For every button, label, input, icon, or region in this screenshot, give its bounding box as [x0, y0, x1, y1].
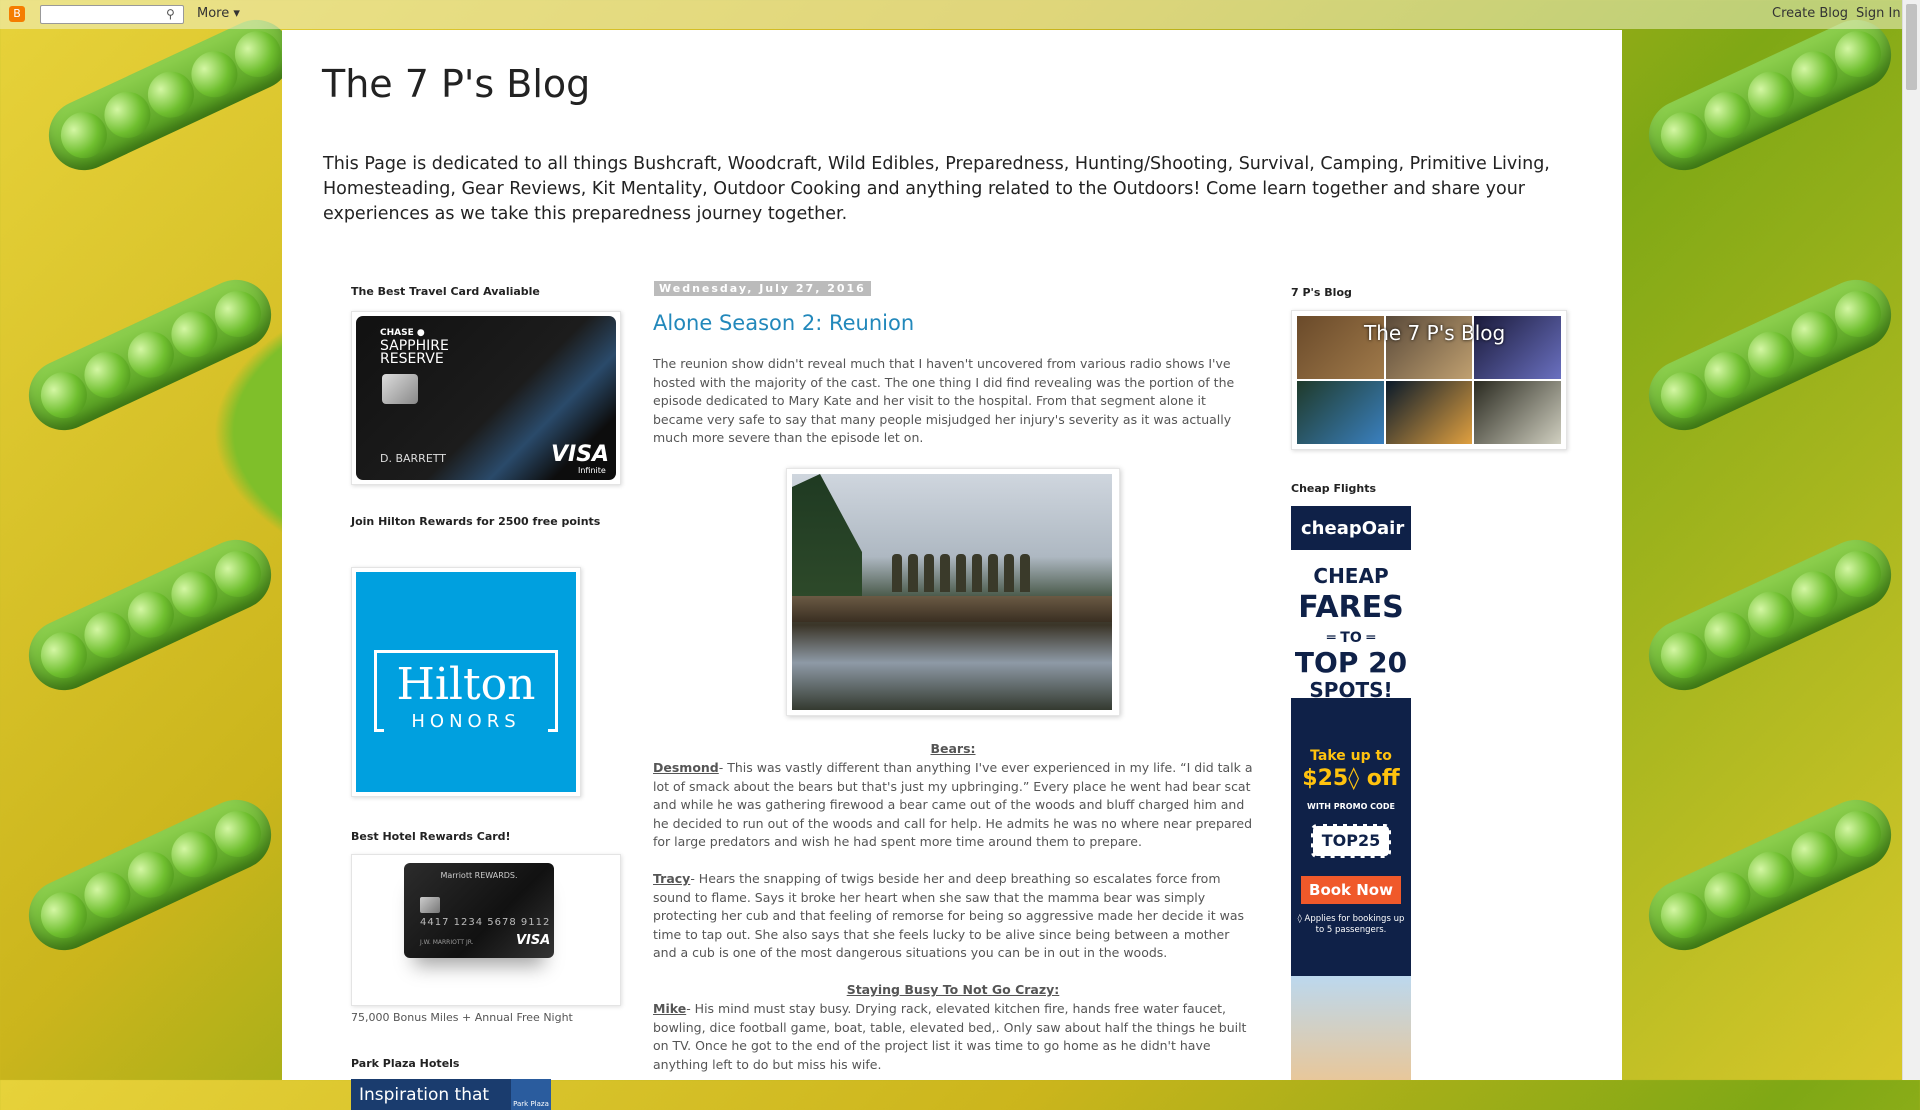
photo-tile — [1297, 381, 1384, 444]
tracy-paragraph: Tracy- Hears the snapping of twigs besid… — [653, 870, 1253, 963]
card-holder: J.W. MARRIOTT JR. — [420, 939, 474, 946]
ad-to: ═ TO ═ — [1326, 630, 1376, 646]
ad-fares: FARES — [1298, 590, 1404, 625]
chase-brand: CHASE ● — [380, 328, 425, 338]
driftwood-log — [792, 596, 1112, 622]
card-chip-icon — [420, 897, 440, 913]
search-icon[interactable]: ⚲ — [166, 7, 175, 21]
cheapoair-logo: cheapOair — [1301, 518, 1405, 539]
blogger-logo-icon[interactable]: B — [9, 6, 25, 22]
scrollbar[interactable] — [1902, 0, 1920, 1080]
scrollbar-thumb[interactable] — [1906, 4, 1917, 90]
person-figure — [924, 554, 934, 592]
ad-take: Take up to — [1310, 748, 1392, 764]
ad-cheap: CHEAP — [1313, 564, 1389, 588]
mike-paragraph: Mike- His mind must stay busy. Drying ra… — [653, 1000, 1253, 1074]
photo-tile — [1474, 381, 1561, 444]
cheap-flights-title: Cheap Flights — [1291, 482, 1377, 495]
search-input[interactable] — [40, 5, 184, 24]
blog-description: This Page is dedicated to all things Bus… — [323, 154, 1550, 224]
cheapoair-ad[interactable]: cheapOair CHEAP FARES ═ TO ═ TOP 20 SPOT… — [1291, 506, 1411, 1080]
book-now-button[interactable]: Book Now — [1301, 876, 1401, 904]
person-figure — [1004, 554, 1014, 592]
park-plaza-title: Park Plaza Hotels — [351, 1057, 460, 1070]
ad-photo — [1291, 976, 1411, 1080]
visa-logo: VISA — [551, 442, 610, 467]
person-figure — [972, 554, 982, 592]
card-holder: D. BARRETT — [380, 452, 447, 465]
tracy-name: Tracy — [653, 871, 691, 886]
hotel-card-title: Best Hotel Rewards Card! — [351, 830, 511, 843]
cast-photo[interactable] — [786, 468, 1120, 716]
sapphire-line2: RESERVE — [380, 351, 444, 367]
card-number: 4417 1234 5678 9112 — [420, 917, 551, 928]
ad-note: ◊ Applies for bookings up to 5 passenger… — [1297, 914, 1405, 935]
hilton-word: Hilton — [396, 659, 536, 710]
desmond-text: - This was vastly different than anythin… — [653, 760, 1253, 849]
section-heading-busy: Staying Busy To Not Go Crazy: — [846, 982, 1060, 997]
ad-top20: TOP 20 — [1294, 646, 1408, 679]
park-plaza-ad[interactable]: Inspiration that Park Plaza — [351, 1079, 551, 1110]
sapphire-name: SAPPHIRE RESERVE — [380, 339, 449, 367]
marriott-rewards-ad[interactable]: Marriott REWARDS. 4417 1234 5678 9112 J.… — [351, 854, 621, 1006]
mike-text: - His mind must stay busy. Drying rack, … — [653, 1001, 1247, 1072]
travel-card-title: The Best Travel Card Avaliable — [351, 285, 540, 298]
desmond-paragraph: Desmond- This was vastly different than … — [653, 759, 1253, 852]
visa-logo: VISA — [516, 933, 551, 948]
person-figure — [940, 554, 950, 592]
photo-tile — [1385, 381, 1473, 444]
post-title[interactable]: Alone Season 2: Reunion — [653, 311, 914, 335]
hotel-card-caption: 75,000 Bonus Miles + Annual Free Night — [351, 1011, 573, 1024]
park-plaza-text: Inspiration that — [359, 1085, 490, 1105]
blog-title[interactable]: The 7 P's Blog — [322, 62, 590, 106]
chase-sapphire-ad[interactable]: CHASE ● SAPPHIRE RESERVE D. BARRETT VISA… — [351, 311, 621, 485]
person-figure — [908, 554, 918, 592]
person-figure — [892, 554, 902, 592]
person-figure — [988, 554, 998, 592]
desmond-name: Desmond — [653, 760, 719, 775]
hilton-honors-ad[interactable]: Hilton HONORS — [351, 567, 581, 797]
blogger-navbar: B ⚲ More ▾ Create Blog Sign In — [0, 0, 1920, 29]
honors-word: HONORS — [384, 711, 548, 732]
card-chip-icon — [382, 374, 418, 404]
mike-name: Mike — [653, 1001, 687, 1016]
tracy-text: - Hears the snapping of twigs beside her… — [653, 871, 1245, 960]
more-menu[interactable]: More ▾ — [197, 6, 240, 21]
blog-image-label: The 7 P's Blog — [1364, 321, 1506, 345]
ad-promo-label: WITH PROMO CODE — [1307, 802, 1395, 811]
post-intro: The reunion show didn't reveal much that… — [653, 356, 1235, 445]
main-panel: The 7 P's Blog This Page is dedicated to… — [282, 30, 1622, 1110]
card-tier: Infinite — [578, 466, 606, 475]
blog-image-widget[interactable]: The 7 P's Blog — [1291, 310, 1567, 450]
blog-widget-title: 7 P's Blog — [1291, 286, 1352, 299]
sign-in-link[interactable]: Sign In — [1856, 6, 1901, 21]
create-blog-link[interactable]: Create Blog — [1772, 6, 1848, 21]
promo-code: TOP25 — [1311, 824, 1391, 858]
tree-shape — [792, 474, 862, 604]
section-heading-bears: Bears: — [930, 741, 976, 756]
ad-discount: $25◊ off — [1302, 766, 1400, 791]
ad-spots: SPOTS! — [1309, 678, 1393, 702]
person-figure — [956, 554, 966, 592]
hilton-title: Join Hilton Rewards for 2500 free points — [351, 515, 601, 528]
park-plaza-logo: Park Plaza — [511, 1079, 551, 1110]
post-date: Wednesday, July 27, 2016 — [654, 281, 871, 296]
person-figure — [1020, 554, 1030, 592]
marriott-brand: Marriott REWARDS. — [440, 871, 518, 880]
